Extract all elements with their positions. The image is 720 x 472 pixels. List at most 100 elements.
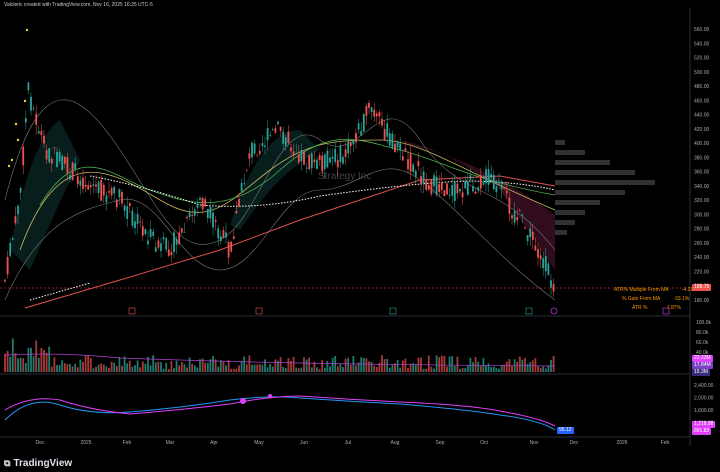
volume-bar [108, 367, 110, 372]
candle-body [53, 147, 56, 149]
candle-body [199, 198, 201, 200]
candle-body [485, 169, 487, 184]
candle-body [214, 220, 217, 222]
volume-label-3: 16.3M [692, 369, 710, 376]
volume-bar [248, 355, 251, 372]
candle-body [321, 155, 324, 172]
volume-bar [102, 364, 105, 372]
volume-bar [537, 365, 539, 372]
price-tick: 400.00 [694, 141, 710, 147]
volume-bar [219, 360, 222, 372]
volume-bar [212, 355, 214, 372]
candle-body [162, 237, 165, 240]
stat-label: % Gain From MA [622, 296, 661, 302]
candle-body [6, 256, 9, 275]
candle-body [365, 106, 368, 116]
candle-body [152, 231, 155, 236]
stat-value: 7.87% [666, 305, 682, 311]
time-tick: Mar [166, 440, 175, 446]
volume-bar [170, 361, 173, 372]
candle-body [30, 96, 32, 111]
time-tick: Nov [530, 440, 539, 446]
candle-body [209, 206, 212, 219]
time-tick: 2025 [80, 440, 91, 446]
time-tick: Aug [391, 440, 400, 446]
candle-body [266, 128, 269, 141]
candle-body [45, 150, 48, 160]
candle-body [383, 128, 386, 141]
volume-bar [466, 364, 469, 372]
candle-body [277, 121, 279, 125]
candle-body [222, 230, 225, 238]
volume-bar [45, 352, 48, 372]
price-tick: 540.00 [694, 41, 710, 47]
volume-bar [48, 346, 51, 372]
volume-bar [110, 361, 113, 372]
candle-body [232, 236, 235, 240]
candle-body [539, 255, 542, 260]
volume-bar [282, 366, 285, 372]
candle-body [344, 149, 347, 158]
candle-body [69, 174, 71, 180]
volume-bar [461, 368, 464, 372]
tradingview-logo[interactable]: ⧉ TradingView [4, 458, 72, 469]
candle-body [74, 163, 77, 170]
candle-body [433, 175, 435, 187]
volume-bar [152, 355, 155, 372]
candle-body [160, 243, 162, 252]
volume-bar [139, 367, 142, 372]
volume-bar [323, 367, 326, 372]
volume-bar [487, 363, 490, 372]
volume-bar [373, 365, 376, 372]
volume-bar [222, 361, 225, 372]
time-tick: Apr [210, 440, 218, 446]
candle-body [63, 156, 66, 164]
candle-body [482, 182, 485, 185]
volume-bar [505, 361, 508, 372]
candle-body [451, 184, 454, 196]
volume-bar [84, 355, 87, 372]
candle-body [43, 135, 45, 144]
candle-body [297, 154, 300, 163]
price-chart[interactable]: 560.00 540.00 520.00 500.00 480.00 460.00 440.… [0, 0, 720, 472]
volume-bar [370, 362, 373, 372]
candle-body [300, 150, 303, 162]
volume-bar [14, 353, 17, 372]
candle-body [401, 156, 404, 161]
volume-bar [266, 367, 269, 372]
candle-body [386, 123, 389, 137]
candle-body [524, 227, 526, 229]
candle-body [4, 279, 6, 282]
candle-body [175, 238, 178, 245]
price-tick: 320.00 [694, 198, 710, 204]
candle-body [19, 188, 22, 193]
candle-body [459, 189, 461, 192]
volume-bar [141, 361, 144, 372]
candle-body [347, 141, 350, 154]
volume-bar [544, 368, 547, 372]
candle-body [113, 186, 116, 194]
candle-body [529, 228, 532, 238]
candle-body [357, 123, 360, 130]
volume-bar [511, 365, 513, 372]
candle-body [511, 215, 513, 219]
candle-body [183, 231, 186, 233]
candle-body [513, 211, 516, 223]
volume-bar [245, 364, 248, 372]
candle-body [121, 192, 123, 204]
stat-label: ATR% Multiple From MA [614, 287, 669, 293]
volume-bar [58, 364, 61, 372]
volume-bar [243, 356, 246, 372]
volume-bar [399, 367, 402, 372]
volume-bar [217, 366, 220, 372]
volume-bar [11, 338, 14, 372]
candle-body [292, 151, 295, 155]
volume-bar [326, 360, 329, 372]
candle-body [448, 195, 451, 196]
volume-bar [128, 360, 131, 372]
volume-bar [495, 368, 498, 372]
volume-bar [131, 366, 134, 372]
volume-bar [318, 368, 321, 372]
candle-body [282, 131, 285, 144]
volume-bar [308, 357, 311, 372]
